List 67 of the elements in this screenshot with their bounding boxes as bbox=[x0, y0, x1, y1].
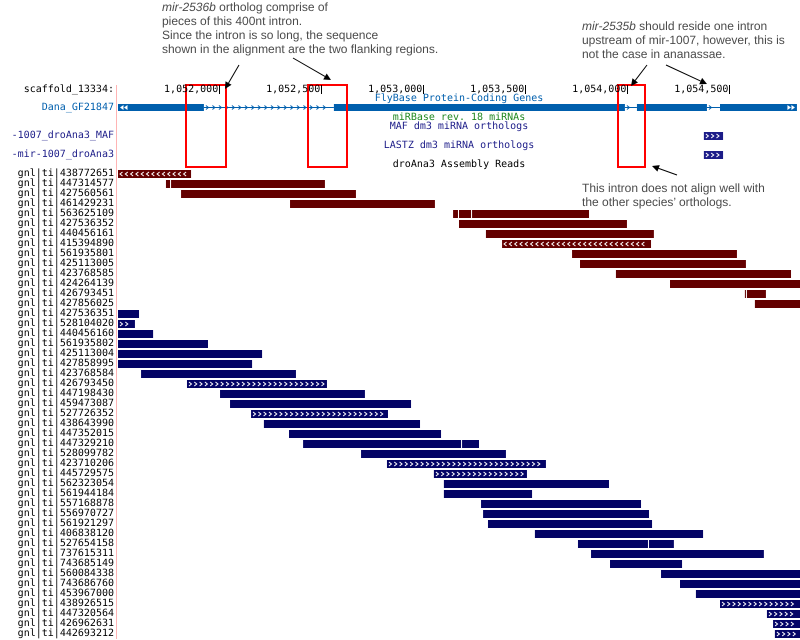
read-name: gnl|ti|427858995 bbox=[18, 359, 114, 369]
read-name: gnl|ti|415394890 bbox=[18, 239, 114, 249]
read-name: gnl|ti|561921297 bbox=[18, 519, 114, 529]
read-name: gnl|ti|447320564 bbox=[18, 609, 114, 619]
track-title: FlyBase Protein-Coding Genes bbox=[374, 94, 544, 103]
read-name: gnl|ti|423768584 bbox=[18, 369, 114, 379]
read-name: gnl|ti|556970727 bbox=[18, 509, 114, 519]
read-name: gnl|ti|447314577 bbox=[18, 179, 114, 189]
read-name: gnl|ti|561935802 bbox=[18, 339, 114, 349]
read-name: gnl|ti|427536351 bbox=[18, 309, 114, 319]
read-name: gnl|ti|445729575 bbox=[18, 469, 114, 479]
leader-arrow bbox=[225, 65, 239, 89]
read-name: gnl|ti|562323054 bbox=[18, 479, 114, 489]
gene-name: Dana_GF21847 bbox=[42, 103, 114, 113]
read-name: gnl|ti|424264139 bbox=[18, 279, 114, 289]
read-name: gnl|ti|427560561 bbox=[18, 189, 114, 199]
read-name: gnl|ti|528104020 bbox=[18, 319, 114, 329]
track-title: MAF dm3 miRNA orthologs bbox=[390, 122, 528, 131]
read-name: gnl|ti|527654158 bbox=[18, 539, 114, 549]
read-name: gnl|ti|447198430 bbox=[18, 389, 114, 399]
scaffold-label: scaffold_13334: bbox=[24, 85, 114, 94]
read-name: gnl|ti|438772651 bbox=[18, 169, 114, 179]
read-name: gnl|ti|426793451 bbox=[18, 289, 114, 299]
read-name: gnl|ti|423710206 bbox=[18, 459, 114, 469]
read-name: gnl|ti|426793450 bbox=[18, 379, 114, 389]
read-name: gnl|ti|406838120 bbox=[18, 529, 114, 539]
read-name: gnl|ti|425113005 bbox=[18, 259, 114, 269]
read-name: gnl|ti|438643990 bbox=[18, 419, 114, 429]
read-name: gnl|ti|743686760 bbox=[18, 579, 114, 589]
read-name: gnl|ti|527726352 bbox=[18, 409, 114, 419]
feature-name: -mir-1007_droAna3 bbox=[12, 150, 114, 160]
read-name: gnl|ti|737615311 bbox=[18, 549, 114, 559]
read-name: gnl|ti|459473087 bbox=[18, 399, 114, 409]
read-name: gnl|ti|561944184 bbox=[18, 489, 114, 499]
read-name: gnl|ti|560084338 bbox=[18, 569, 114, 579]
read-name: gnl|ti|447352015 bbox=[18, 429, 114, 439]
annotation-text: mir-2535b should reside one intron upstream of mir-1007, however, this is not the case in ananassae. bbox=[582, 19, 785, 61]
read-name: gnl|ti|743685149 bbox=[18, 559, 114, 569]
feature-name: -1007_droAna3_MAF bbox=[12, 131, 114, 141]
leader-arrow bbox=[293, 58, 331, 80]
read-name: gnl|ti|442693212 bbox=[18, 629, 114, 639]
annotation-text: mir-2536b ortholog comprise of pieces of this 400nt intron. Since the intron is so long, the sequence shown in the alignment are the two flanking regions. bbox=[162, 0, 438, 56]
read-name: gnl|ti|423768585 bbox=[18, 269, 114, 279]
ruler-tick: 1,054,500 bbox=[674, 85, 730, 94]
track-title: droAna3 Assembly Reads bbox=[392, 160, 526, 169]
read-name: gnl|ti|461429231 bbox=[18, 199, 114, 209]
ruler-tick: 1,053,000 bbox=[368, 85, 424, 94]
read-name: gnl|ti|427536352 bbox=[18, 219, 114, 229]
leader-arrow bbox=[666, 65, 707, 85]
read-name: gnl|ti|557168878 bbox=[18, 499, 114, 509]
read-name: gnl|ti|440456161 bbox=[18, 229, 114, 239]
leader-arrow bbox=[631, 65, 647, 86]
annotation-text: This intron does not align well with the other species’ orthologs. bbox=[582, 181, 765, 209]
read-name: gnl|ti|427856025 bbox=[18, 299, 114, 309]
read-name: gnl|ti|426962631 bbox=[18, 619, 114, 629]
read-name: gnl|ti|563625109 bbox=[18, 209, 114, 219]
read-name: gnl|ti|438926515 bbox=[18, 599, 114, 609]
read-name: gnl|ti|528099782 bbox=[18, 449, 114, 459]
ruler-tick: 1,053,500 bbox=[470, 85, 526, 94]
read-name: gnl|ti|453967000 bbox=[18, 589, 114, 599]
read-name: gnl|ti|447329210 bbox=[18, 439, 114, 449]
read-name: gnl|ti|440456160 bbox=[18, 329, 114, 339]
leader-arrow bbox=[652, 165, 677, 175]
track-title: LASTZ dm3 miRNA orthologs bbox=[384, 141, 534, 150]
track-title: miRBase rev. 18 miRNAs bbox=[392, 113, 526, 122]
read-name: gnl|ti|561935801 bbox=[18, 249, 114, 259]
read-name: gnl|ti|425113004 bbox=[18, 349, 114, 359]
